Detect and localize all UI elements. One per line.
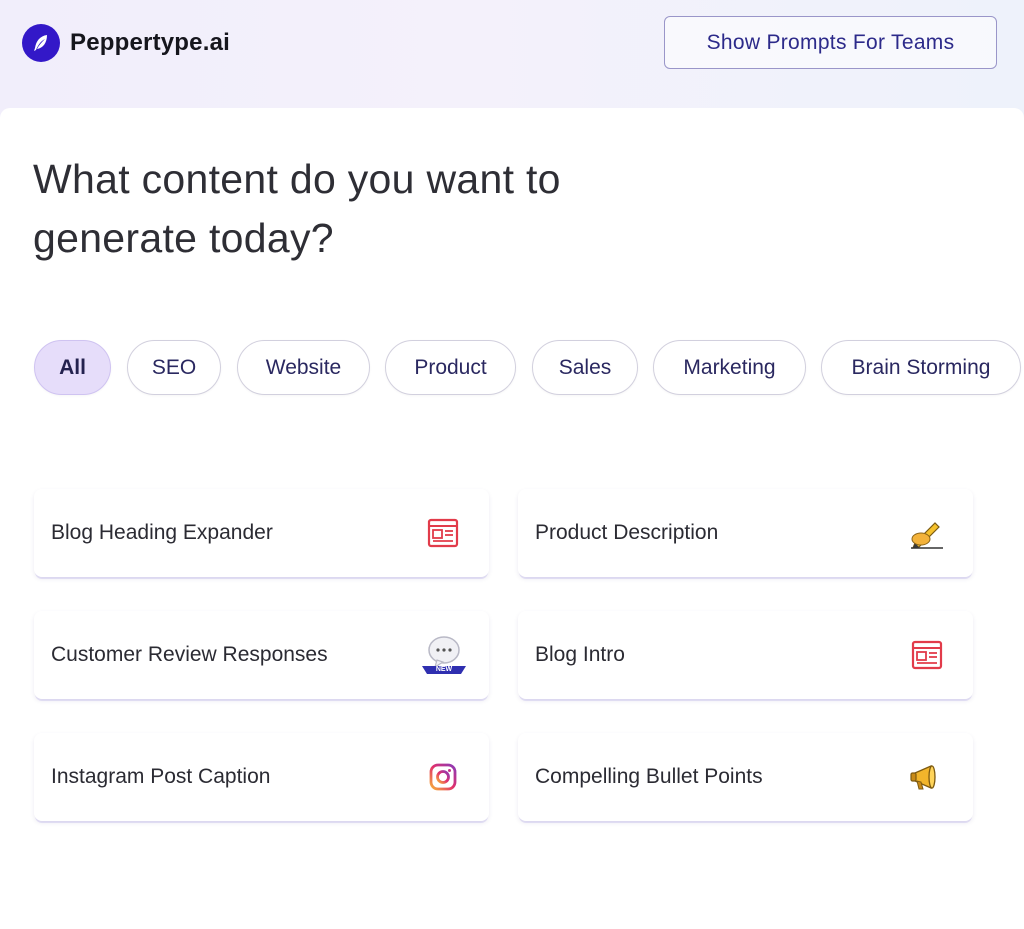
- megaphone-icon: [909, 757, 945, 797]
- template-card-product-description[interactable]: Product Description: [518, 489, 973, 577]
- top-bar: Peppertype.ai Show Prompts For Teams: [0, 0, 1024, 108]
- filter-chip-brain-storming[interactable]: Brain Storming: [821, 340, 1021, 395]
- page-title: What content do you want to generate tod…: [33, 150, 733, 268]
- category-filters: All SEO Website Product Sales Marketing …: [0, 340, 1024, 396]
- filter-chip-all[interactable]: All: [34, 340, 111, 395]
- filter-chip-seo[interactable]: SEO: [127, 340, 221, 395]
- instagram-icon: [425, 757, 461, 797]
- page-title-line2: generate today?: [33, 215, 334, 261]
- newspaper-icon: [909, 635, 945, 675]
- new-badge: NEW: [435, 666, 453, 673]
- template-card-blog-heading-expander[interactable]: Blog Heading Expander: [34, 489, 489, 577]
- filter-chip-product[interactable]: Product: [385, 340, 516, 395]
- template-card-customer-review-responses[interactable]: Customer Review Responses NEW: [34, 611, 489, 699]
- writing-hand-icon: [909, 513, 945, 553]
- template-card-label: Product Description: [535, 521, 719, 544]
- template-card-label: Blog Intro: [535, 643, 625, 666]
- filter-chip-sales[interactable]: Sales: [532, 340, 638, 395]
- template-card-label: Blog Heading Expander: [51, 521, 273, 544]
- filter-chip-marketing[interactable]: Marketing: [653, 340, 806, 395]
- page-title-line1: What content do you want to: [33, 156, 561, 202]
- template-card-instagram-post-caption[interactable]: Instagram Post Caption: [34, 733, 489, 821]
- template-card-label: Compelling Bullet Points: [535, 765, 763, 788]
- filter-chip-website[interactable]: Website: [237, 340, 370, 395]
- template-card-blog-intro[interactable]: Blog Intro: [518, 611, 973, 699]
- template-card-label: Instagram Post Caption: [51, 765, 271, 788]
- show-prompts-for-teams-button[interactable]: Show Prompts For Teams: [664, 16, 997, 69]
- template-card-compelling-bullet-points[interactable]: Compelling Bullet Points: [518, 733, 973, 821]
- speech-bubble-icon: NEW: [419, 633, 469, 681]
- template-card-label: Customer Review Responses: [51, 643, 328, 666]
- brand[interactable]: Peppertype.ai: [22, 24, 230, 62]
- feather-pen-icon: [22, 24, 60, 62]
- newspaper-icon: [425, 513, 461, 553]
- brand-name: Peppertype.ai: [70, 29, 230, 56]
